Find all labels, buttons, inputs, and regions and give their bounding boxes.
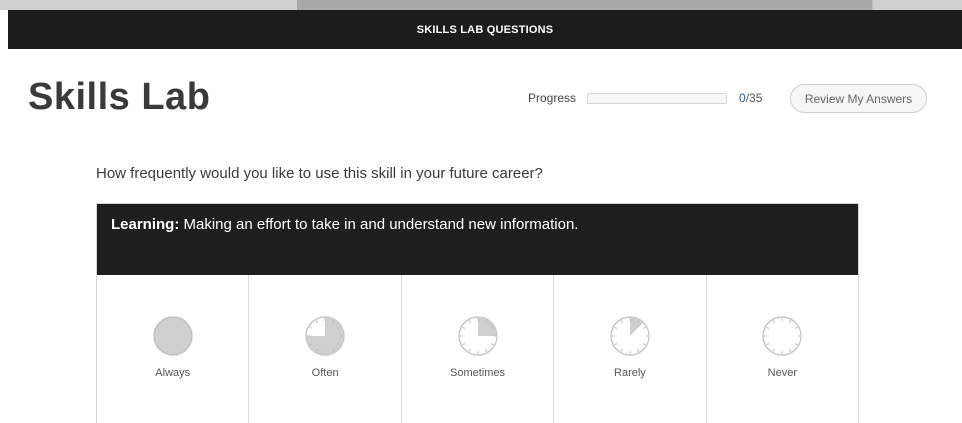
option-never[interactable]: Never <box>707 275 858 423</box>
progress-total: /35 <box>745 91 763 105</box>
clock-empty-icon <box>762 316 802 356</box>
option-label: Rarely <box>614 367 646 379</box>
review-my-answers-button[interactable]: Review My Answers <box>790 84 927 113</box>
answer-options: Always Often Sometimes Rarely Never <box>97 275 858 423</box>
progress-bar <box>587 93 727 104</box>
option-always[interactable]: Always <box>97 275 250 423</box>
progress-label: Progress <box>528 91 577 105</box>
browser-top-strip <box>0 0 962 10</box>
option-label: Often <box>311 367 339 379</box>
option-label: Sometimes <box>450 367 506 379</box>
skill-header: Learning: Making an effort to take in an… <box>97 204 858 275</box>
option-label: Never <box>767 367 797 379</box>
skill-description: Making an effort to take in and understa… <box>179 216 579 233</box>
progress-count: 0/35 <box>739 91 762 105</box>
browser-tab-active <box>297 0 872 10</box>
header-title: SKILLS LAB QUESTIONS <box>416 23 554 36</box>
header-bar: SKILLS LAB QUESTIONS <box>8 10 962 49</box>
clock-eighth-icon <box>610 316 650 356</box>
progress-current: 0 <box>739 91 746 105</box>
browser-tab-divider <box>872 0 873 10</box>
skill-definition: Learning: Making an effort to take in an… <box>111 216 844 233</box>
skill-name: Learning: <box>111 216 180 233</box>
option-sometimes[interactable]: Sometimes <box>402 275 555 423</box>
option-label: Always <box>155 367 191 379</box>
clock-three-quarter-icon <box>305 316 345 356</box>
question-text: How frequently would you like to use thi… <box>96 165 543 182</box>
clock-quarter-icon <box>457 316 498 356</box>
clock-full-icon <box>153 316 193 356</box>
option-rarely[interactable]: Rarely <box>554 275 707 423</box>
page-title: Skills Lab <box>28 76 211 118</box>
question-card: Learning: Making an effort to take in an… <box>96 203 859 423</box>
option-often[interactable]: Often <box>249 275 402 423</box>
